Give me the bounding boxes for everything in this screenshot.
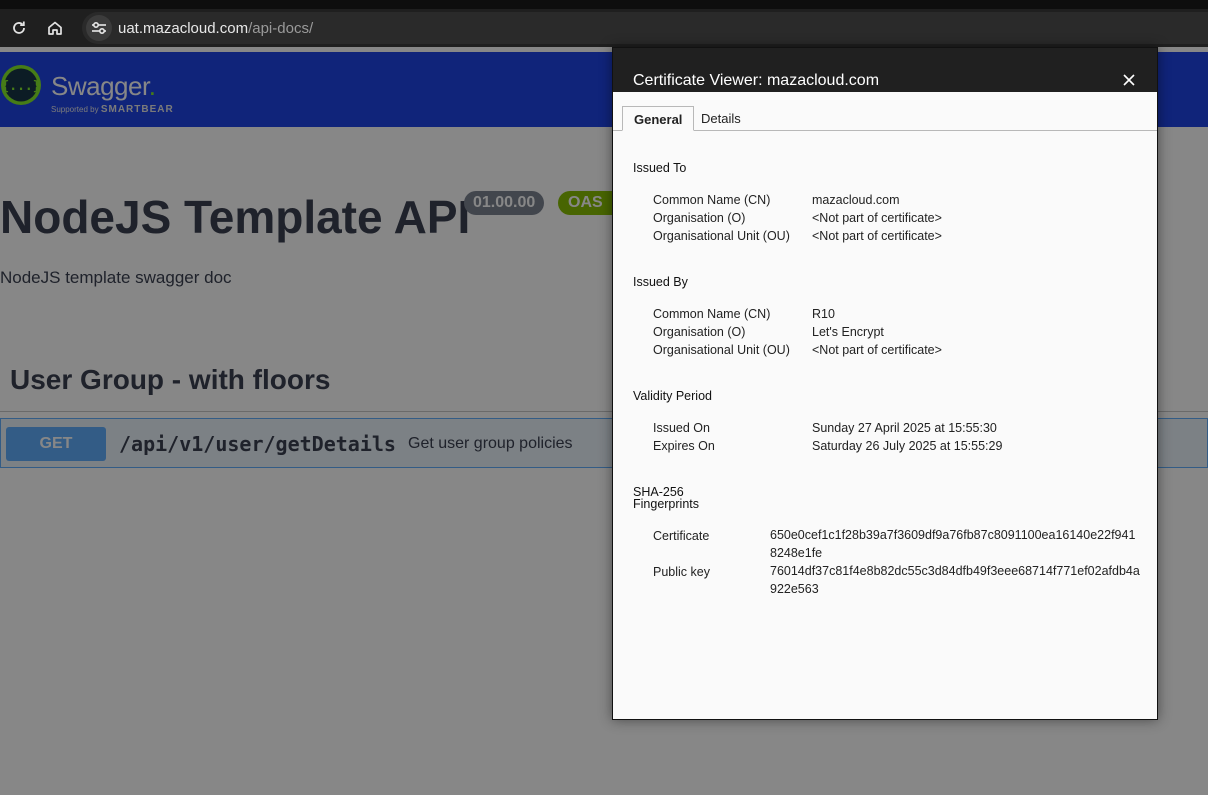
public-key-fingerprint-label: Public key — [653, 565, 710, 579]
window-top-strip — [0, 0, 1208, 9]
validity-heading: Validity Period — [633, 389, 712, 403]
issued-by-ou-value: <Not part of certificate> — [812, 343, 942, 357]
issued-by-cn-label: Common Name (CN) — [653, 307, 771, 321]
url-path: /api-docs/ — [248, 20, 314, 37]
site-info-button[interactable] — [86, 15, 112, 41]
issued-by-cn-value: R10 — [812, 307, 835, 321]
expires-on-value: Saturday 26 July 2025 at 15:55:29 — [812, 439, 1003, 453]
dialog-title: Certificate Viewer: mazacloud.com — [633, 72, 880, 89]
tab-details[interactable]: Details — [690, 106, 752, 131]
issued-by-heading: Issued By — [633, 275, 688, 289]
url-host: uat.mazacloud.com — [118, 20, 249, 37]
issued-to-ou-value: <Not part of certificate> — [812, 229, 942, 243]
url-text[interactable]: uat.mazacloud.com/api-docs/ — [118, 20, 313, 37]
dialog-body: General Details Issued To Common Name (C… — [613, 92, 1157, 719]
dialog-header: Certificate Viewer: mazacloud.com — [613, 48, 1157, 92]
issued-by-o-label: Organisation (O) — [653, 325, 746, 339]
site-settings-icon — [92, 21, 106, 35]
browser-toolbar: uat.mazacloud.com/api-docs/ — [0, 9, 1208, 47]
issued-by-o-value: Let's Encrypt — [812, 325, 884, 339]
reload-button[interactable] — [3, 9, 35, 47]
fingerprints-heading-line2: Fingerprints — [633, 497, 699, 511]
issued-by-ou-label: Organisational Unit (OU) — [653, 343, 790, 357]
issued-on-label: Issued On — [653, 421, 710, 435]
close-icon — [1123, 74, 1135, 86]
tab-general[interactable]: General — [622, 106, 695, 131]
home-button[interactable] — [39, 9, 71, 47]
close-button[interactable] — [1119, 70, 1139, 90]
issued-to-cn-value: mazacloud.com — [812, 193, 900, 207]
certificate-viewer-dialog: Certificate Viewer: mazacloud.com Genera… — [612, 47, 1158, 720]
issued-to-heading: Issued To — [633, 161, 687, 175]
expires-on-label: Expires On — [653, 439, 715, 453]
certificate-fingerprint-value: 650e0cef1c1f28b39a7f3609df9a76fb87c80911… — [770, 528, 1136, 560]
public-key-fingerprint-value: 76014df37c81f4e8b82dc55c3d84dfb49f3eee68… — [770, 564, 1140, 596]
certificate-fingerprint-label: Certificate — [653, 529, 710, 543]
issued-to-o-value: <Not part of certificate> — [812, 211, 942, 225]
home-icon — [48, 21, 62, 35]
address-bar[interactable]: uat.mazacloud.com/api-docs/ — [82, 12, 1208, 44]
reload-icon — [13, 21, 25, 34]
issued-to-o-label: Organisation (O) — [653, 211, 746, 225]
issued-to-ou-label: Organisational Unit (OU) — [653, 229, 790, 243]
issued-on-value: Sunday 27 April 2025 at 15:55:30 — [812, 421, 997, 435]
issued-to-cn-label: Common Name (CN) — [653, 193, 771, 207]
